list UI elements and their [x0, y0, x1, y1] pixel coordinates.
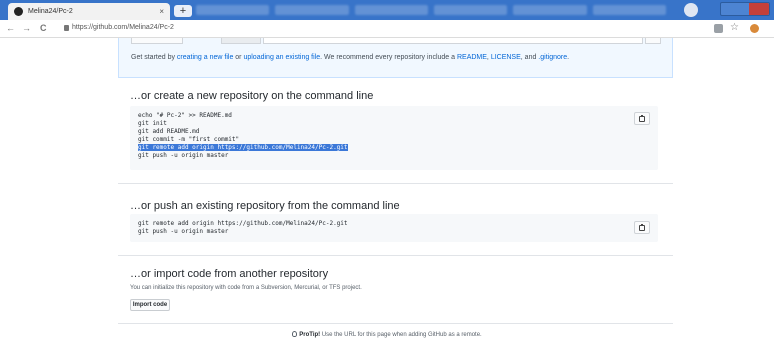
import-code-section: …or import code from another repository … — [118, 256, 673, 324]
protip-label: ProTip! — [299, 332, 321, 338]
background-tab[interactable] — [433, 5, 508, 15]
window-close-icon[interactable] — [749, 3, 769, 15]
tab-close-icon[interactable]: × — [159, 7, 164, 16]
clipboard-icon — [639, 224, 645, 231]
gitignore-link[interactable]: .gitignore — [538, 54, 567, 61]
extension-icon[interactable] — [750, 24, 759, 33]
import-description: You can initialize this repository with … — [130, 285, 362, 291]
back-icon[interactable]: ← — [6, 23, 15, 33]
new-tab-button[interactable]: + — [174, 5, 192, 17]
translate-icon[interactable] — [714, 24, 723, 33]
tab-title: Melina24/Pc-2 — [28, 8, 73, 15]
background-tabs — [196, 5, 666, 17]
github-icon — [14, 7, 23, 16]
get-started-text: Get started by creating a new file or up… — [131, 54, 570, 61]
code-line: echo "# Pc-2" >> README.md — [138, 112, 232, 119]
code-line-selected: git remote add origin https://github.com… — [138, 144, 348, 151]
create-code-block[interactable]: echo "# Pc-2" >> README.md git init git … — [130, 106, 658, 170]
code-line: git commit -m "first commit" — [138, 136, 240, 143]
background-tab[interactable] — [354, 5, 428, 15]
window-controls[interactable] — [720, 2, 770, 16]
protip-text: Use the URL for this page when adding Gi… — [320, 332, 482, 338]
background-tab[interactable] — [196, 5, 270, 15]
forward-icon[interactable]: → — [22, 23, 31, 33]
protocol-button[interactable] — [221, 38, 261, 44]
code-line: git push -u origin master — [138, 228, 229, 235]
bookmark-star-icon[interactable]: ☆ — [730, 22, 739, 33]
copy-to-clipboard-button[interactable] — [634, 112, 650, 125]
code-line: git remote add origin https://github.com… — [138, 220, 348, 227]
address-bar: ← → C https://github.com/Melina24/Pc-2 ☆ — [0, 20, 774, 38]
code-line: git push -u origin master — [138, 152, 229, 159]
code-line: git init — [138, 120, 167, 127]
license-link[interactable]: LICENSE — [491, 54, 521, 61]
quick-setup-panel: Get started by creating a new file or up… — [118, 38, 673, 78]
push-repo-section: …or push an existing repository from the… — [118, 184, 673, 256]
browser-tab-bar: Melina24/Pc-2 × + — [0, 0, 774, 20]
url-field[interactable]: https://github.com/Melina24/Pc-2 — [72, 24, 174, 31]
push-code-block[interactable]: git remote add origin https://github.com… — [130, 214, 658, 242]
clone-url-controls — [131, 38, 661, 44]
create-section-title: …or create a new repository on the comma… — [130, 90, 374, 102]
lock-icon — [64, 25, 69, 31]
create-new-file-link[interactable]: creating a new file — [177, 54, 233, 61]
browser-tab[interactable]: Melina24/Pc-2 × — [8, 3, 170, 20]
clipboard-icon — [639, 115, 645, 122]
background-tab[interactable] — [592, 5, 666, 15]
lightbulb-icon — [292, 331, 298, 337]
import-code-button[interactable]: Import code — [130, 299, 170, 311]
profile-avatar-icon[interactable] — [684, 3, 698, 17]
import-section-title: …or import code from another repository — [130, 268, 329, 280]
clone-url-input[interactable] — [263, 38, 643, 44]
protip: ProTip! Use the URL for this page when a… — [0, 331, 774, 338]
push-section-title: …or push an existing repository from the… — [130, 200, 400, 212]
upload-file-link[interactable]: uploading an existing file — [243, 54, 320, 61]
copy-to-clipboard-button[interactable] — [634, 221, 650, 234]
copy-url-button[interactable] — [645, 38, 661, 44]
code-line: git add README.md — [138, 128, 200, 135]
background-tab[interactable] — [275, 5, 349, 15]
reload-icon[interactable]: C — [40, 23, 47, 33]
background-tab[interactable] — [513, 5, 587, 15]
readme-link[interactable]: README — [457, 54, 487, 61]
https-ssh-toggle[interactable] — [131, 38, 183, 44]
create-repo-section: …or create a new repository on the comma… — [118, 78, 673, 184]
